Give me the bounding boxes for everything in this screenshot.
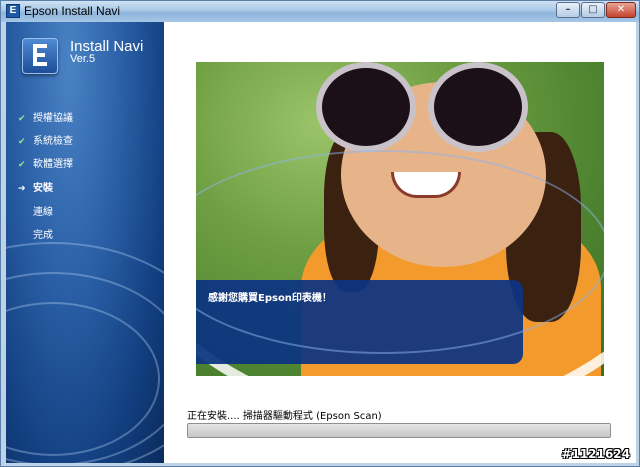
maximize-button[interactable]: □	[581, 2, 605, 18]
arrow-right-icon: ➔	[18, 184, 26, 194]
step-finish: ✔完成	[33, 230, 53, 241]
decorative-arc	[196, 150, 604, 354]
message-panel: 感謝您購買Epson印表機！	[196, 150, 604, 364]
app-icon: E	[6, 4, 20, 18]
sidebar: Install Navi Ver.5 ✔ 授權協議 ✔ 系統檢查 ✔ 軟體選擇 ➔ 安裝…	[6, 22, 164, 463]
main-content: 感謝您購買Epson印表機！ 正在安裝.... 掃描器驅動程式 (Epson S…	[164, 22, 636, 463]
install-progress-bar	[187, 423, 611, 438]
check-icon: ✔	[18, 160, 26, 170]
step-install: ➔ 安裝	[18, 183, 53, 194]
step-software-select: ✔ 軟體選擇	[18, 159, 73, 170]
check-icon: ✔	[18, 114, 26, 124]
installer-window: E Epson Install Navi – □ ✕ Install Navi …	[0, 0, 640, 467]
check-icon: ✔	[18, 137, 26, 147]
step-system-check: ✔ 系統檢查	[18, 136, 73, 147]
title-bar[interactable]: E Epson Install Navi – □ ✕	[1, 1, 639, 22]
welcome-photo: 感謝您購買Epson印表機！	[196, 62, 604, 376]
close-button[interactable]: ✕	[606, 2, 636, 18]
minimize-button[interactable]: –	[556, 2, 580, 18]
window-title: Epson Install Navi	[24, 4, 121, 18]
thank-you-message: 感謝您購買Epson印表機！	[208, 293, 332, 304]
progress-fill	[188, 424, 610, 437]
step-license: ✔ 授權協議	[18, 113, 73, 124]
step-connect: ✔連線	[33, 207, 53, 218]
letter-e-icon	[33, 44, 47, 66]
app-version: Ver.5	[70, 53, 96, 65]
install-status-text: 正在安裝.... 掃描器驅動程式 (Epson Scan)	[187, 411, 382, 422]
epson-logo-icon	[22, 38, 58, 74]
watermark: #1121624	[561, 447, 630, 461]
